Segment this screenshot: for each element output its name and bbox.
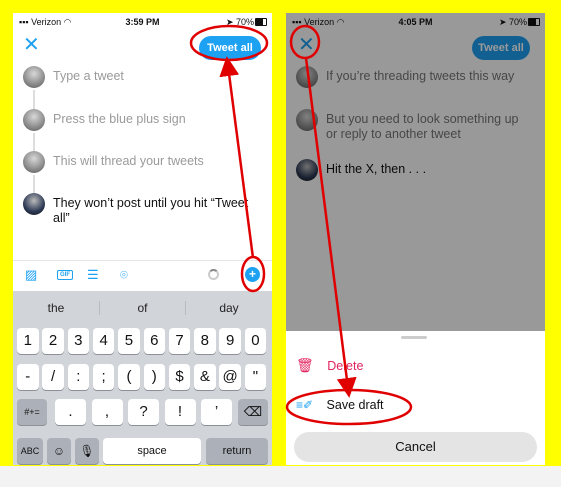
annotation-circle-close xyxy=(289,24,321,60)
annotation-overlay xyxy=(189,24,413,426)
annotation-arrow xyxy=(219,56,255,259)
screenshot-canvas: ▪▪▪ Verizon ◠ 3:59 PM ➤ 70% ✕ Tweet all … xyxy=(0,0,561,487)
annotation-circle-tweet-all xyxy=(189,24,269,62)
annotation-circle-plus xyxy=(240,255,266,293)
annotation-arrow xyxy=(304,57,357,398)
annotation-circle-save-draft xyxy=(285,388,413,426)
